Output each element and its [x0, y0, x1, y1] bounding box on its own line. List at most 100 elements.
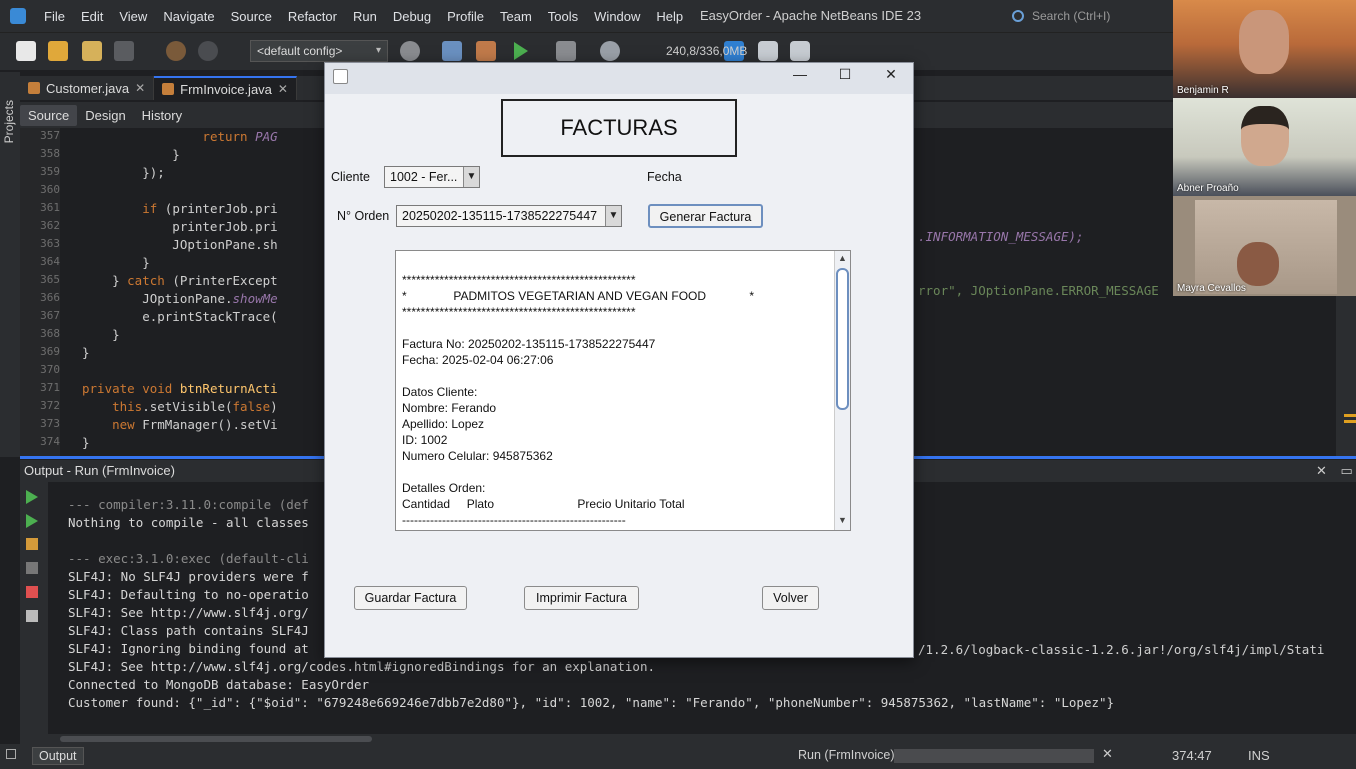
line-number: 360: [40, 183, 60, 196]
orden-select[interactable]: 20250202-135115-1738522275447 ▼: [396, 205, 622, 227]
undo-icon[interactable]: [166, 41, 186, 61]
netbeans-logo-icon: [10, 8, 26, 24]
tab-history[interactable]: History: [134, 105, 190, 126]
menu-tools[interactable]: Tools: [540, 9, 586, 24]
open-project-icon[interactable]: [82, 41, 102, 61]
restore-icon[interactable]: [6, 749, 16, 759]
memory-indicator[interactable]: 240,8/336,0MB: [666, 44, 747, 58]
stop-icon[interactable]: [26, 586, 38, 598]
debug-icon[interactable]: [556, 41, 576, 61]
menu-run[interactable]: Run: [345, 9, 385, 24]
menu-help[interactable]: Help: [648, 9, 691, 24]
chevron-down-icon: ▼: [463, 167, 479, 187]
invoice-line: Numero Celular: 945875362: [402, 449, 553, 463]
cliente-select[interactable]: 1002 - Fer... ▼: [384, 166, 480, 188]
imprimir-factura-button[interactable]: Imprimir Factura: [524, 586, 639, 610]
invoice-line: Factura No: 20250202-135115-173852227544…: [402, 337, 656, 351]
tab-design[interactable]: Design: [77, 105, 133, 126]
webcam-tile: Mayra Cevallos: [1173, 196, 1356, 296]
close-icon[interactable]: ✕: [135, 81, 145, 95]
stop-build-icon[interactable]: [758, 41, 778, 61]
status-run-label: Run (FrmInvoice): [798, 748, 895, 762]
close-icon[interactable]: ✕: [1316, 463, 1327, 478]
error-stripe-mark[interactable]: [1344, 414, 1356, 417]
line-number: 369: [40, 345, 60, 358]
output-line: Nothing to compile - all classes: [68, 515, 309, 530]
code-text: new FrmManager().setVi: [112, 417, 278, 432]
scroll-thumb[interactable]: [60, 736, 372, 742]
run-icon[interactable]: [514, 42, 528, 60]
line-number: 357: [40, 129, 60, 142]
new-project-icon[interactable]: [48, 41, 68, 61]
dialog-titlebar[interactable]: [325, 63, 913, 94]
globe-icon[interactable]: [400, 41, 420, 61]
step-icon[interactable]: [26, 538, 38, 550]
menu-profile[interactable]: Profile: [439, 9, 492, 24]
line-number: 372: [40, 399, 60, 412]
chevron-down-icon: ▾: [375, 45, 381, 56]
redo-icon[interactable]: [198, 41, 218, 61]
menu-team[interactable]: Team: [492, 9, 540, 24]
line-number: 358: [40, 147, 60, 160]
tab-source[interactable]: Source: [20, 104, 78, 126]
menu-refactor[interactable]: Refactor: [280, 9, 345, 24]
config-select[interactable]: <default config> ▾: [250, 40, 388, 62]
maximize-icon[interactable]: ☐: [830, 66, 860, 88]
stop-run-icon[interactable]: [790, 41, 810, 61]
generar-factura-button[interactable]: Generar Factura: [648, 204, 763, 228]
menu-source[interactable]: Source: [223, 9, 280, 24]
menu-edit[interactable]: Edit: [73, 9, 111, 24]
tab-frminvoice-java[interactable]: FrmInvoice.java ✕: [154, 76, 297, 100]
line-number: 363: [40, 237, 60, 250]
menu-navigate[interactable]: Navigate: [155, 9, 222, 24]
code-text: e.printStackTrace(: [82, 309, 278, 324]
build-hammer-icon[interactable]: [442, 41, 462, 61]
tab-customer-java[interactable]: Customer.java ✕: [20, 76, 155, 100]
invoice-lines: [0, 0, 1, 1]
clean-build-icon[interactable]: [476, 41, 496, 61]
menu-debug[interactable]: Debug: [385, 9, 439, 24]
chevron-down-icon: ▼: [605, 206, 621, 226]
error-stripe-mark[interactable]: [1344, 420, 1356, 423]
minimize-icon[interactable]: —: [785, 66, 815, 88]
tab-label: FrmInvoice.java: [180, 81, 272, 97]
scroll-thumb[interactable]: [836, 268, 849, 410]
java-app-icon: [333, 69, 348, 84]
participant-video: [1241, 106, 1289, 166]
guardar-factura-button[interactable]: Guardar Factura: [354, 586, 467, 610]
search-box[interactable]: Search (Ctrl+I): [1008, 4, 1178, 28]
rerun-icon[interactable]: [26, 490, 38, 504]
volver-button[interactable]: Volver: [762, 586, 819, 610]
cliente-label: Cliente: [331, 170, 370, 184]
line-number: 366: [40, 291, 60, 304]
line-number: 370: [40, 363, 60, 376]
code-text: }: [82, 147, 180, 162]
orden-label: N° Orden: [337, 209, 390, 223]
profile-icon[interactable]: [600, 41, 620, 61]
invoice-line: ID: 1002: [402, 433, 448, 447]
settings-icon[interactable]: [26, 562, 38, 574]
close-icon[interactable]: ✕: [1102, 746, 1113, 762]
menu-view[interactable]: View: [111, 9, 155, 24]
rerun-with-params-icon[interactable]: [26, 514, 38, 528]
line-number: 365: [40, 273, 60, 286]
page-title: FACTURAS: [560, 115, 678, 140]
menu-file[interactable]: File: [36, 9, 73, 24]
scroll-down-icon[interactable]: ▼: [838, 515, 847, 525]
invoice-line: ****************************************…: [402, 305, 636, 319]
menu-window[interactable]: Window: [586, 9, 648, 24]
invoice-line: Cantidad Plato Precio Unitario Total: [402, 497, 685, 511]
code-fragment: .INFORMATION_MESSAGE);: [918, 229, 1084, 244]
maximize-icon[interactable]: ▭: [1341, 463, 1353, 478]
close-icon[interactable]: ✕: [278, 82, 288, 96]
status-output-tab[interactable]: Output: [32, 747, 84, 765]
output-line: SLF4J: See http://www.slf4j.org/: [68, 605, 309, 620]
projects-panel-tab[interactable]: Projects: [2, 100, 16, 143]
close-icon[interactable]: ✕: [876, 66, 906, 88]
scroll-up-icon[interactable]: ▲: [838, 253, 847, 263]
save-all-icon[interactable]: [114, 41, 134, 61]
line-number: 359: [40, 165, 60, 178]
line-number: 361: [40, 201, 60, 214]
new-file-icon[interactable]: [16, 41, 36, 61]
tools-icon[interactable]: [26, 610, 38, 622]
